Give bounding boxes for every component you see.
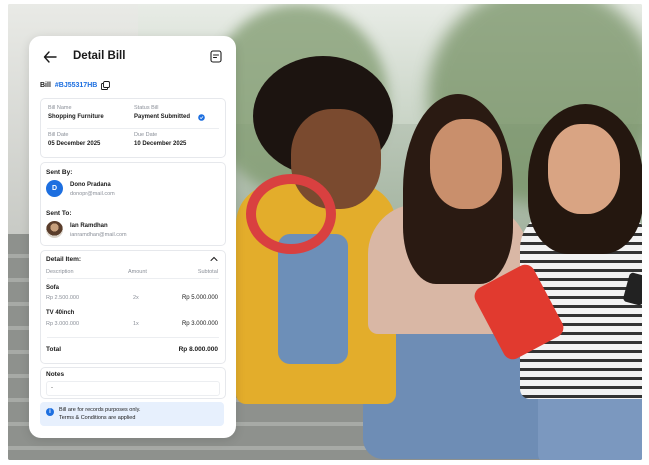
column-description: Description <box>46 269 74 275</box>
divider <box>47 128 219 129</box>
card-header: Detail Bill <box>29 36 236 80</box>
recipient-name: Ian Ramdhan <box>70 223 108 229</box>
bill-name-label: Bill Name <box>48 105 72 111</box>
detail-bill-card: Detail Bill Bill #BJ55317HB Bill Name Sh… <box>29 36 236 438</box>
column-subtotal: Subtotal <box>197 269 218 275</box>
notes-field[interactable]: - <box>46 381 220 396</box>
item-name: TV 40inch <box>46 310 75 316</box>
sender-avatar: D <box>46 180 63 197</box>
bill-date-label: Bill Date <box>48 132 69 138</box>
info-line-2: Terms & Conditions are applied <box>59 415 136 421</box>
item-price: Rp 3.000.000 <box>46 321 80 327</box>
item-price: Rp 2.500.000 <box>46 295 80 301</box>
bill-label: Bill <box>40 82 51 89</box>
column-amount: Amount <box>128 269 147 275</box>
item-subtotal: Rp 5.000.000 <box>181 295 218 301</box>
bill-date: 05 December 2025 <box>48 141 101 147</box>
verified-icon <box>198 114 205 121</box>
divider <box>47 337 219 338</box>
recipient-email: ianramdhan@mail.com <box>70 232 127 238</box>
detail-items: Detail Item: Description Amount Subtotal… <box>40 250 226 364</box>
bill-id: #BJ55317HB <box>54 82 98 89</box>
divider <box>47 278 219 279</box>
bill-name: Shopping Furniture <box>48 114 104 120</box>
document-icon[interactable] <box>210 50 222 63</box>
status-value: Payment Submitted <box>134 114 191 120</box>
page-title: Detail Bill <box>73 50 126 62</box>
sender-name: Dono Pradana <box>70 182 111 188</box>
notes-section: Notes - <box>40 367 226 399</box>
due-date-label: Due Date <box>134 132 158 138</box>
sent-to-label: Sent To: <box>46 210 72 217</box>
copy-icon[interactable] <box>101 81 111 90</box>
bill-summary: Bill Name Shopping Furniture Status Bill… <box>40 98 226 158</box>
info-icon: i <box>46 408 54 416</box>
bill-parties: Sent By: D Dono Pradana donopr@mail.com … <box>40 162 226 246</box>
detail-item-label: Detail Item: <box>46 256 82 263</box>
info-line-1: Bill are for records purposes only. <box>59 407 141 413</box>
notes-label: Notes <box>46 371 65 378</box>
item-subtotal: Rp 3.000.000 <box>181 321 218 327</box>
person-face <box>430 119 502 209</box>
sent-by-label: Sent By: <box>46 169 73 176</box>
item-qty: 1x <box>133 321 139 327</box>
due-date: 10 December 2025 <box>134 141 187 147</box>
recipient-avatar <box>46 221 63 238</box>
headphones <box>246 174 336 254</box>
sender-email: donopr@mail.com <box>70 191 115 197</box>
info-banner: i Bill are for records purposes only. Te… <box>40 402 224 426</box>
item-qty: 2x <box>133 295 139 301</box>
total-value: Rp 8.000.000 <box>178 346 218 353</box>
status-label: Status Bill <box>134 105 159 111</box>
back-arrow-icon[interactable] <box>43 50 57 64</box>
person-face <box>548 124 620 214</box>
item-name: Sofa <box>46 285 60 291</box>
bill-id-row: Bill #BJ55317HB <box>40 81 111 90</box>
total-label: Total <box>46 346 62 353</box>
chevron-up-icon[interactable] <box>210 256 218 262</box>
